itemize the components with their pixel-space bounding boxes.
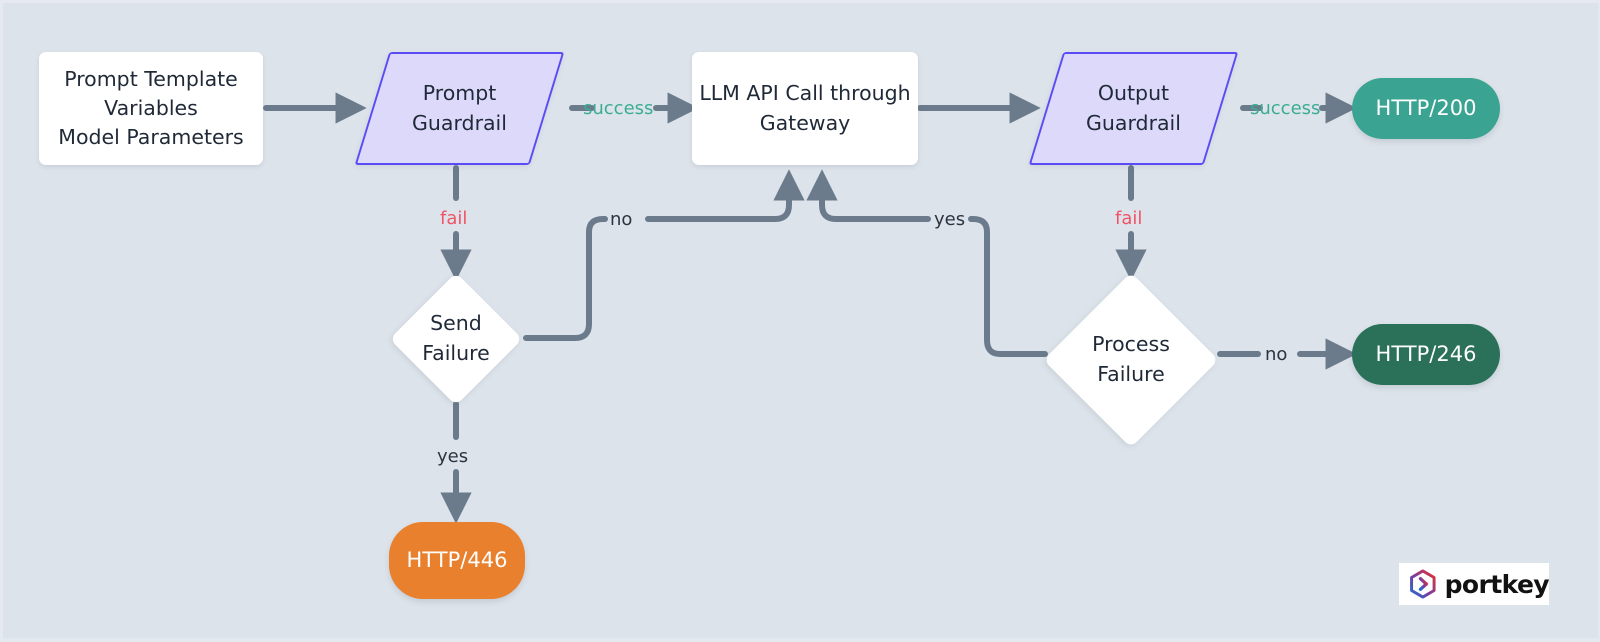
node-output-guardrail[interactable]: Output Guardrail bbox=[1028, 52, 1239, 165]
flowchart-canvas: Prompt Template Variables Model Paramete… bbox=[0, 0, 1600, 642]
node-send-failure-line1: Send bbox=[430, 311, 482, 336]
edge-label-prompt-guardrail-success: success bbox=[583, 98, 654, 119]
node-http-446[interactable]: HTTP/446 bbox=[389, 522, 525, 599]
node-http-246-label: HTTP/246 bbox=[1375, 341, 1477, 366]
node-input[interactable]: Prompt Template Variables Model Paramete… bbox=[39, 52, 263, 165]
node-input-line3: Model Parameters bbox=[58, 125, 244, 150]
edge-label-output-guardrail-fail: fail bbox=[1115, 208, 1143, 229]
node-http-446-label: HTTP/446 bbox=[406, 547, 508, 572]
edge-process-failure-yes-left bbox=[806, 169, 931, 222]
node-process-failure-line2: Failure bbox=[1097, 362, 1165, 386]
node-output-guardrail-line1: Output bbox=[1097, 81, 1170, 106]
node-llm-call-line1: LLM API Call through bbox=[699, 81, 911, 106]
edge-label-prompt-guardrail-fail: fail bbox=[440, 208, 468, 229]
edge-label-process-failure-yes: yes bbox=[934, 209, 966, 230]
node-input-line2: Variables bbox=[104, 95, 198, 120]
edge-label-send-failure-no: no bbox=[610, 209, 633, 230]
node-http-200[interactable]: HTTP/200 bbox=[1352, 78, 1500, 139]
node-process-failure[interactable]: Process Failure bbox=[1043, 272, 1219, 448]
node-send-failure-line2: Failure bbox=[422, 341, 490, 365]
node-output-guardrail-line2: Guardrail bbox=[1086, 110, 1181, 135]
edge-label-process-failure-no: no bbox=[1265, 344, 1288, 365]
node-prompt-guardrail[interactable]: Prompt Guardrail bbox=[354, 52, 565, 165]
node-prompt-guardrail-line1: Prompt bbox=[422, 81, 497, 106]
portkey-wordmark: portkey bbox=[1444, 569, 1550, 599]
edge-label-output-guardrail-success: success bbox=[1250, 98, 1321, 119]
node-llm-call-line2: Gateway bbox=[759, 110, 851, 135]
node-input-line1: Prompt Template bbox=[64, 66, 238, 91]
edge-send-failure-no-left bbox=[523, 216, 608, 341]
edge-process-failure-yes-right bbox=[968, 216, 1048, 357]
node-process-failure-line1: Process bbox=[1092, 332, 1170, 357]
node-llm-call[interactable]: LLM API Call through Gateway bbox=[692, 52, 918, 165]
hexagon-chevron-icon bbox=[1410, 569, 1436, 599]
portkey-logo: portkey bbox=[1399, 563, 1550, 605]
edge-label-send-failure-yes: yes bbox=[437, 446, 469, 467]
node-http-200-label: HTTP/200 bbox=[1375, 95, 1477, 120]
edge-send-failure-no-right bbox=[645, 169, 805, 222]
node-http-246[interactable]: HTTP/246 bbox=[1352, 324, 1500, 385]
node-prompt-guardrail-line2: Guardrail bbox=[412, 110, 507, 135]
node-send-failure[interactable]: Send Failure bbox=[389, 272, 523, 406]
